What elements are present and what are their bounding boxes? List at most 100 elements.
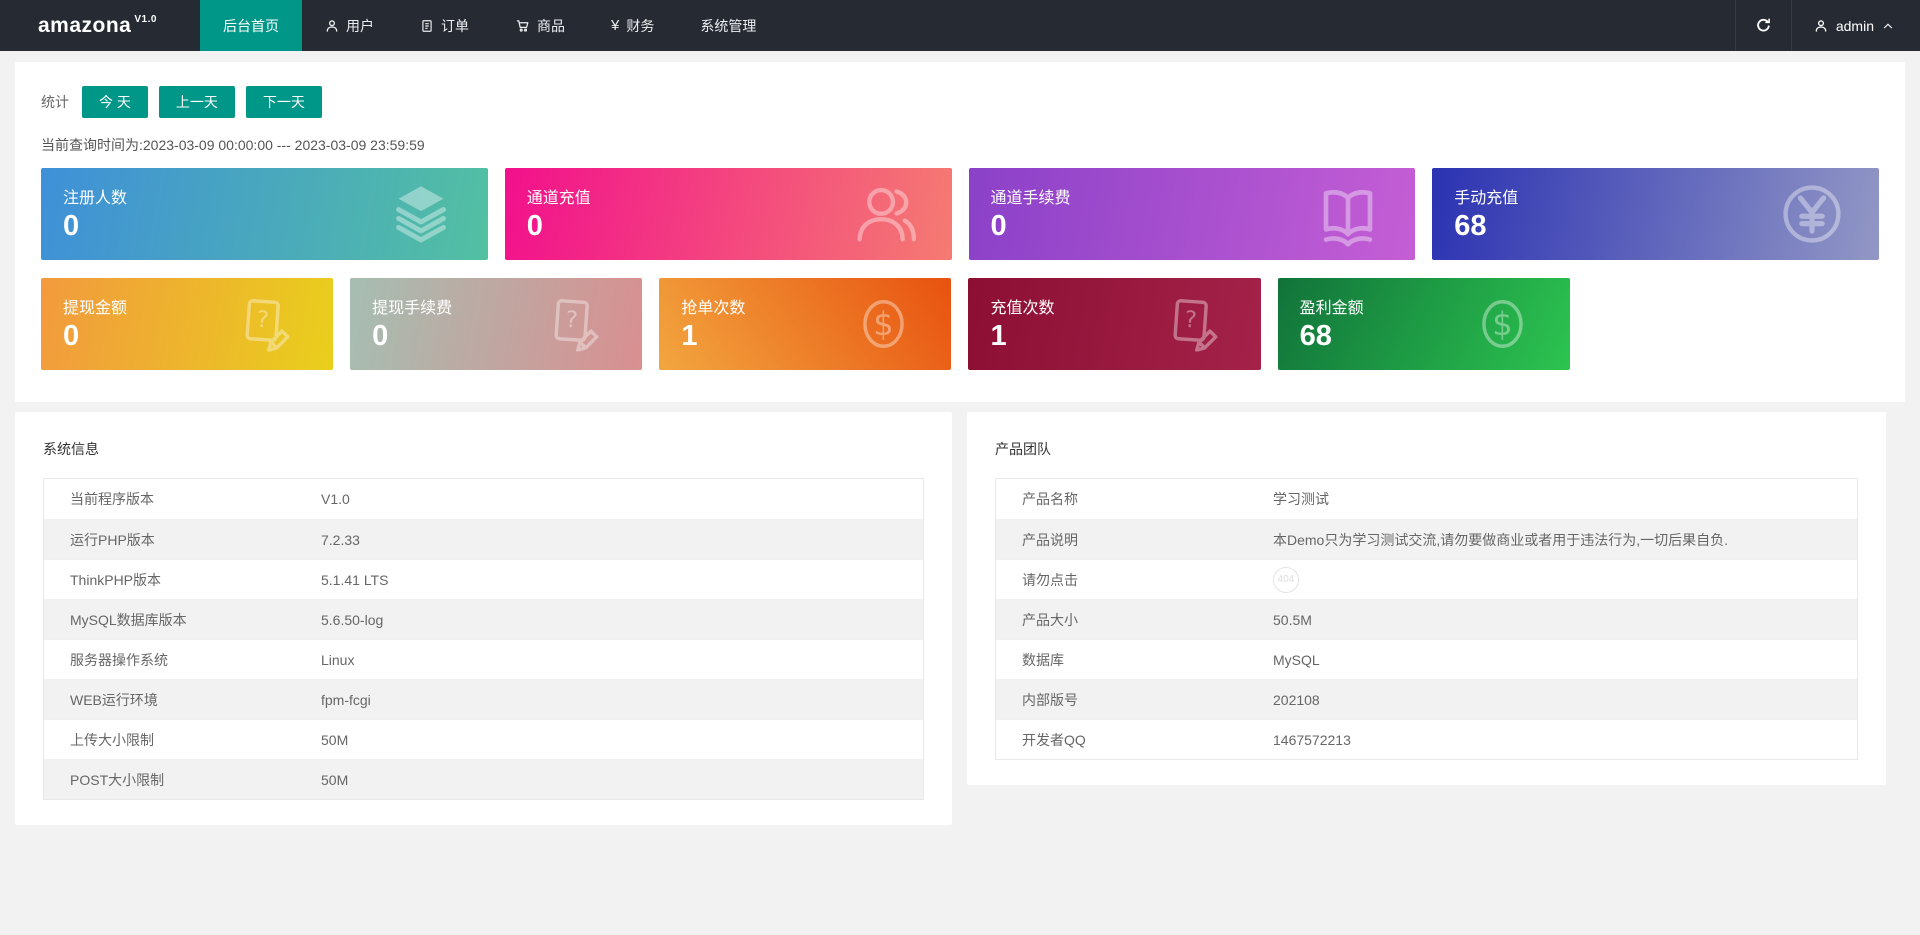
row-value: fpm-fcgi — [321, 691, 371, 708]
row-label: WEB运行环境 — [70, 691, 158, 708]
app-logo-text: amazona — [38, 13, 132, 37]
row-value: 50M — [321, 771, 349, 788]
panel-title: 产品团队 — [995, 441, 1051, 457]
row-value: 50M — [321, 731, 349, 748]
system-info-panel: 系统信息 当前程序版本 V1.0 运行PHP版本 7.2.33 ThinkPHP版本 5.… — [15, 412, 952, 825]
nav-item-system[interactable]: 系统管理 — [677, 0, 779, 51]
table-row: MySQL数据库版本 5.6.50-log — [44, 599, 923, 639]
row-label: 当前程序版本 — [70, 491, 154, 507]
row-label: POST大小限制 — [70, 771, 165, 788]
yen-icon: ¥ — [611, 17, 620, 34]
row-label: 产品名称 — [1022, 491, 1078, 507]
stats-panel: 统计 今 天 上一天 下一天 当前查询时间为:2023-03-09 00:00:… — [15, 62, 1905, 402]
nav-item-label: 财务 — [626, 17, 655, 34]
stats-label: 统计 — [41, 94, 69, 110]
product-team-table: 产品名称 学习测试产品说明 本Demo只为学习测试交流,请勿要做商业或者用于违法行为… — [995, 478, 1858, 760]
stat-card-grab-order-count: 抢单次数 1 — [659, 278, 952, 370]
row-value: 5.6.50-log — [321, 611, 384, 628]
do-not-click-badge[interactable]: 404 — [1273, 566, 1299, 593]
table-row: WEB运行环境 fpm-fcgi — [44, 679, 923, 719]
order-doc-icon — [420, 19, 434, 33]
dollar-circle-icon — [1475, 297, 1530, 352]
doc-question-pencil-icon — [1166, 297, 1221, 352]
yen-circle-icon — [1779, 181, 1845, 247]
nav-item-finance[interactable]: ¥ 财务 — [588, 0, 677, 51]
navbar-right: admin — [1734, 0, 1920, 51]
doc-question-pencil-icon — [238, 297, 293, 352]
row-value: Linux — [321, 651, 355, 668]
row-label: 数据库 — [1022, 651, 1064, 668]
stat-card-manual-recharge: 手动充值 68 — [1432, 168, 1879, 260]
row-label: 请勿点击 — [1022, 571, 1078, 588]
doc-question-pencil-icon — [547, 297, 602, 352]
refresh-icon — [1755, 17, 1772, 34]
table-row: 请勿点击 404 — [996, 559, 1857, 599]
nav-item-dashboard[interactable]: 后台首页 — [200, 0, 302, 51]
row-value: V1.0 — [321, 491, 350, 507]
table-row: 产品大小 50.5M — [996, 599, 1857, 639]
stat-card-withdraw-fee: 提现手续费 0 — [350, 278, 643, 370]
row-label: ThinkPHP版本 — [70, 571, 162, 588]
row-value: 404 — [1273, 566, 1857, 593]
next-day-button[interactable]: 下一天 — [245, 86, 322, 118]
table-row: 运行PHP版本 7.2.33 — [44, 519, 923, 559]
row-label: 上传大小限制 — [70, 731, 154, 748]
table-row: 当前程序版本 V1.0 — [44, 479, 923, 519]
row-value: 1467572213 — [1273, 731, 1351, 748]
main-nav: 后台首页 用户 订单 商品 ¥ 财务 系统管理 — [200, 0, 779, 51]
row-label: 产品大小 — [1022, 611, 1078, 628]
info-panels: 系统信息 当前程序版本 V1.0 运行PHP版本 7.2.33 ThinkPHP版本 5.… — [15, 412, 1905, 825]
stat-cards-row-2: 提现金额 0 提现手续费 0 抢单次数 1 充值次数 1 盈利金额 68 — [31, 278, 1889, 370]
table-row: 服务器操作系统 Linux — [44, 639, 923, 679]
stat-card-profit-amount: 盈利金额 68 — [1277, 278, 1570, 370]
nav-item-label: 商品 — [537, 17, 565, 34]
stat-card-recharge-count: 充值次数 1 — [968, 278, 1261, 370]
user-menu[interactable]: admin — [1790, 0, 1920, 51]
layers-icon — [388, 181, 454, 247]
user-icon — [1814, 19, 1828, 33]
row-label: 服务器操作系统 — [70, 651, 168, 668]
panel-title: 系统信息 — [43, 441, 99, 457]
row-label: MySQL数据库版本 — [70, 611, 187, 628]
top-navbar: amazona V1.0 后台首页 用户 订单 商品 ¥ 财务 系统管理 adm… — [0, 0, 1920, 51]
stat-cards-row-1: 注册人数 0 通道充值 0 通道手续费 0 手动充值 68 — [31, 168, 1889, 260]
nav-item-label: 系统管理 — [700, 17, 757, 34]
stats-toolbar: 统计 今 天 上一天 下一天 — [31, 86, 1889, 118]
nav-item-products[interactable]: 商品 — [492, 0, 588, 51]
table-row: ThinkPHP版本 5.1.41 LTS — [44, 559, 923, 599]
system-info-table: 当前程序版本 V1.0 运行PHP版本 7.2.33 ThinkPHP版本 5.1.41 … — [43, 478, 924, 800]
row-value: 7.2.33 — [321, 531, 360, 548]
user-name: admin — [1835, 17, 1874, 34]
table-row: 内部版号 202108 — [996, 679, 1857, 719]
nav-item-orders[interactable]: 订单 — [397, 0, 492, 51]
row-value: 学习测试 — [1273, 491, 1329, 507]
nav-item-label: 用户 — [346, 17, 374, 34]
table-row: 上传大小限制 50M — [44, 719, 923, 759]
table-row: 产品名称 学习测试 — [996, 479, 1857, 519]
row-value: MySQL — [1273, 651, 1320, 668]
table-row: 数据库 MySQL — [996, 639, 1857, 679]
table-row: 产品说明 本Demo只为学习测试交流,请勿要做商业或者用于违法行为,一切后果自负. — [996, 519, 1857, 559]
open-book-icon — [1315, 181, 1381, 247]
table-row: POST大小限制 50M — [44, 759, 923, 799]
dollar-circle-icon — [856, 297, 911, 352]
chevron-up-icon — [1882, 20, 1894, 32]
stat-card-registered-users: 注册人数 0 — [41, 168, 488, 260]
row-value: 本Demo只为学习测试交流,请勿要做商业或者用于违法行为,一切后果自负. — [1273, 531, 1729, 548]
today-button[interactable]: 今 天 — [82, 86, 148, 118]
user-icon — [325, 19, 339, 33]
previous-day-button[interactable]: 上一天 — [158, 86, 235, 118]
query-time-text: 当前查询时间为:2023-03-09 00:00:00 --- 2023-03-… — [41, 137, 425, 153]
nav-item-label: 订单 — [441, 17, 469, 34]
app-version: V1.0 — [134, 14, 157, 25]
row-value: 202108 — [1273, 691, 1320, 708]
refresh-button[interactable] — [1734, 0, 1791, 51]
row-value: 5.1.41 LTS — [321, 571, 389, 588]
row-label: 开发者QQ — [1022, 731, 1086, 748]
nav-item-label: 后台首页 — [223, 17, 279, 34]
row-label: 运行PHP版本 — [70, 531, 155, 548]
nav-item-users[interactable]: 用户 — [302, 0, 397, 51]
stat-card-withdraw-amount: 提现金额 0 — [41, 278, 334, 370]
stat-card-channel-recharge: 通道充值 0 — [504, 168, 952, 260]
app-logo[interactable]: amazona V1.0 — [0, 0, 200, 51]
